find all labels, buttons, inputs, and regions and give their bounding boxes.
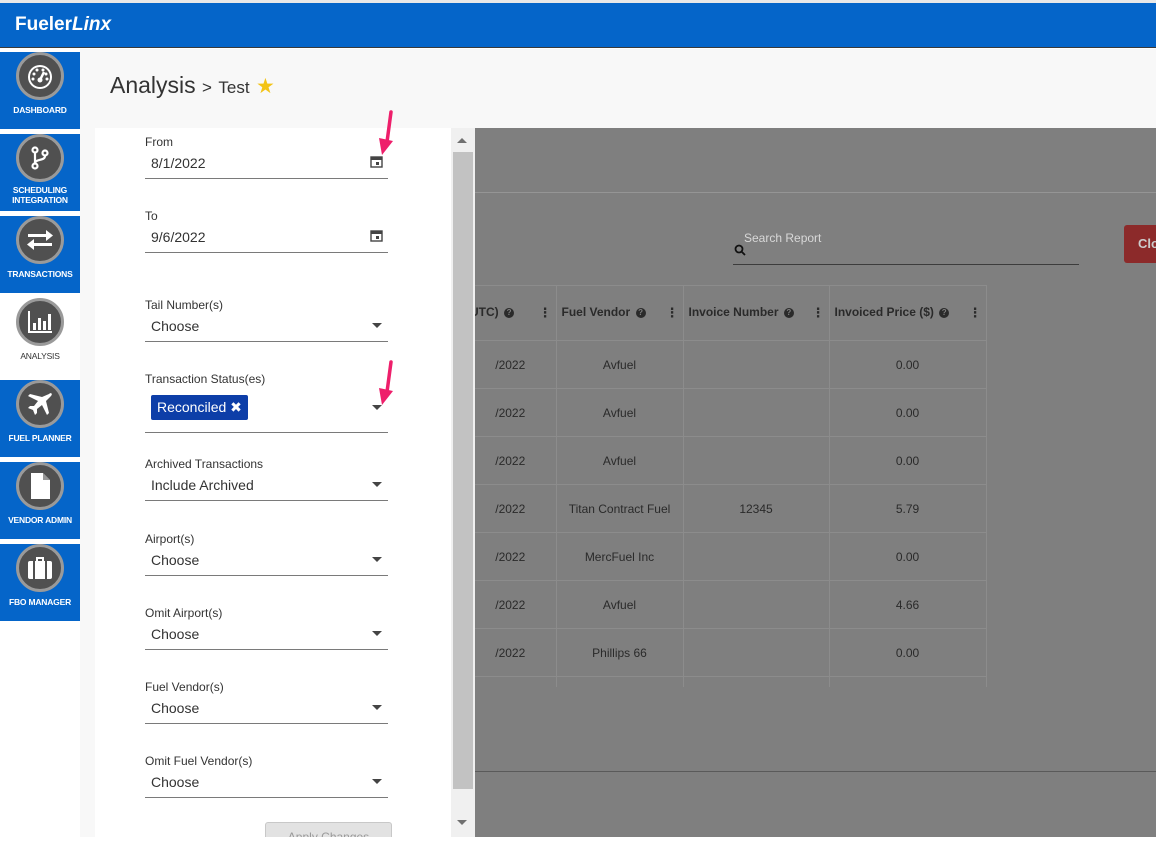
table-row	[475, 676, 987, 687]
omit-fuel-vendors-select[interactable]: Choose	[145, 768, 388, 798]
fuel-vendors-field: Fuel Vendor(s) Choose	[145, 680, 388, 724]
table-header-row: UTC) ?⋮ Fuel Vendor ?⋮ Invoice Number ?⋮…	[475, 285, 987, 341]
speedometer-icon	[16, 52, 64, 100]
omit-airports-select[interactable]: Choose	[145, 620, 388, 650]
to-date-field: To 9/6/2022	[145, 209, 388, 253]
sidebar-item-dashboard[interactable]: DASHBOARD	[0, 52, 80, 130]
bar-chart-icon	[16, 298, 64, 346]
omit-fuel-vendors-field: Omit Fuel Vendor(s) Choose	[145, 754, 388, 798]
sidebar: DASHBOARD SCHEDULING INTEGRATION TRANSAC…	[0, 48, 80, 622]
sidebar-item-label: SCHEDULING INTEGRATION	[12, 185, 68, 205]
dropdown-caret-icon	[372, 705, 382, 710]
modal-overlay: Search Report Clo UTC) ?⋮ Fuel Vendor ?⋮…	[475, 128, 1156, 837]
filter-panel-scrollbar[interactable]	[451, 128, 475, 837]
scrollbar-thumb[interactable]	[453, 152, 473, 789]
column-menu-icon[interactable]: ⋮	[666, 305, 679, 321]
archived-transactions-field: Archived Transactions Include Archived	[145, 457, 388, 501]
table-row[interactable]: /2022 Titan Contract Fuel 12345 5.79	[475, 484, 987, 533]
help-icon: ?	[783, 307, 794, 318]
report-table: UTC) ?⋮ Fuel Vendor ?⋮ Invoice Number ?⋮…	[475, 285, 987, 687]
sidebar-item-fbo-manager[interactable]: FBO MANAGER	[0, 544, 80, 622]
from-label: From	[145, 135, 173, 149]
column-header[interactable]: UTC) ?⋮	[475, 285, 557, 341]
sidebar-item-vendor-admin[interactable]: VENDOR ADMIN	[0, 462, 80, 540]
footer-gap	[80, 837, 1156, 850]
table-row[interactable]: /2022 Avfuel 0.00	[475, 388, 987, 437]
dropdown-caret-icon	[372, 779, 382, 784]
sidebar-item-label: TRANSACTIONS	[7, 269, 73, 279]
transaction-status-select[interactable]: Reconciled ✖	[145, 386, 388, 433]
dropdown-caret-icon	[372, 631, 382, 636]
airports-field: Airport(s) Choose	[145, 532, 388, 576]
top-bar: FuelerLinx	[0, 0, 1156, 48]
sidebar-item-scheduling-integration[interactable]: SCHEDULING INTEGRATION	[0, 134, 80, 212]
apply-changes-button[interactable]: Apply Changes	[265, 822, 392, 837]
search-input[interactable]	[733, 264, 1079, 265]
tail-number-field: Tail Number(s) Choose	[145, 298, 388, 342]
divider	[475, 771, 1156, 772]
column-header[interactable]: Fuel Vendor ? ⋮	[556, 285, 684, 341]
page-title: Analysis > Test ★	[110, 72, 275, 98]
fuel-vendors-select[interactable]: Choose	[145, 694, 388, 724]
sidebar-item-fuel-planner[interactable]: FUEL PLANNER	[0, 380, 80, 458]
help-icon: ?	[939, 307, 950, 318]
dropdown-caret-icon	[372, 323, 382, 328]
brand-logo[interactable]: FuelerLinx	[15, 14, 111, 36]
briefcase-icon	[16, 544, 64, 592]
column-menu-icon[interactable]: ⋮	[812, 305, 825, 321]
sidebar-item-transactions[interactable]: TRANSACTIONS	[0, 216, 80, 294]
search-label: Search Report	[744, 231, 822, 245]
from-date-field: From 8/1/2022	[145, 135, 388, 179]
filter-panel: From 8/1/2022 To 9/6/2022 Tail Number(s)…	[95, 128, 451, 837]
omit-airports-field: Omit Airport(s) Choose	[145, 606, 388, 650]
favorite-star-icon[interactable]: ★	[256, 75, 275, 98]
sidebar-item-label: DASHBOARD	[13, 105, 67, 115]
transaction-status-field: Transaction Status(es) Reconciled ✖	[145, 372, 388, 433]
table-row[interactable]: /2022 MercFuel Inc 0.00	[475, 532, 987, 581]
sidebar-item-analysis[interactable]: ANALYSIS	[0, 298, 80, 376]
archived-transactions-select[interactable]: Include Archived	[145, 471, 388, 501]
close-report-button[interactable]: Clo	[1124, 225, 1156, 263]
column-header[interactable]: Invoiced Price ($) ? ⋮	[829, 285, 987, 341]
search-icon	[734, 244, 746, 256]
column-menu-icon[interactable]: ⋮	[539, 305, 552, 321]
calendar-icon[interactable]	[370, 229, 383, 242]
dropdown-caret-icon	[372, 482, 382, 487]
sidebar-item-label: ANALYSIS	[20, 351, 60, 361]
from-date-input[interactable]: 8/1/2022	[145, 149, 388, 179]
sidebar-item-label: VENDOR ADMIN	[8, 515, 72, 525]
report-name: Test	[218, 78, 250, 97]
swap-arrows-icon	[16, 216, 64, 264]
table-row[interactable]: /2022 Avfuel 4.66	[475, 580, 987, 629]
airplane-icon	[16, 380, 64, 428]
column-menu-icon[interactable]: ⋮	[969, 305, 982, 321]
document-icon	[16, 462, 64, 510]
divider	[475, 192, 1156, 193]
status-chip: Reconciled ✖	[151, 395, 248, 420]
tail-number-select[interactable]: Choose	[145, 312, 388, 342]
help-icon: ?	[635, 307, 646, 318]
scroll-down-arrow-icon[interactable]	[457, 820, 467, 825]
annotation-arrow-icon	[379, 360, 393, 405]
sidebar-item-label: FUEL PLANNER	[8, 433, 72, 443]
airports-select[interactable]: Choose	[145, 546, 388, 576]
table-row[interactable]: /2022 Phillips 66 0.00	[475, 628, 987, 677]
table-row[interactable]: /2022 Avfuel 0.00	[475, 436, 987, 485]
annotation-arrow-icon	[379, 110, 393, 155]
branch-icon	[16, 134, 64, 182]
chip-remove-icon[interactable]: ✖	[230, 399, 242, 415]
column-header[interactable]: Invoice Number ? ⋮	[683, 285, 830, 341]
help-icon: ?	[504, 307, 515, 318]
dropdown-caret-icon	[372, 557, 382, 562]
sidebar-item-label: FBO MANAGER	[8, 597, 72, 607]
table-row[interactable]: /2022 Avfuel 0.00	[475, 340, 987, 389]
to-label: To	[145, 209, 158, 223]
scroll-up-arrow-icon[interactable]	[457, 138, 467, 143]
to-date-input[interactable]: 9/6/2022	[145, 223, 388, 253]
